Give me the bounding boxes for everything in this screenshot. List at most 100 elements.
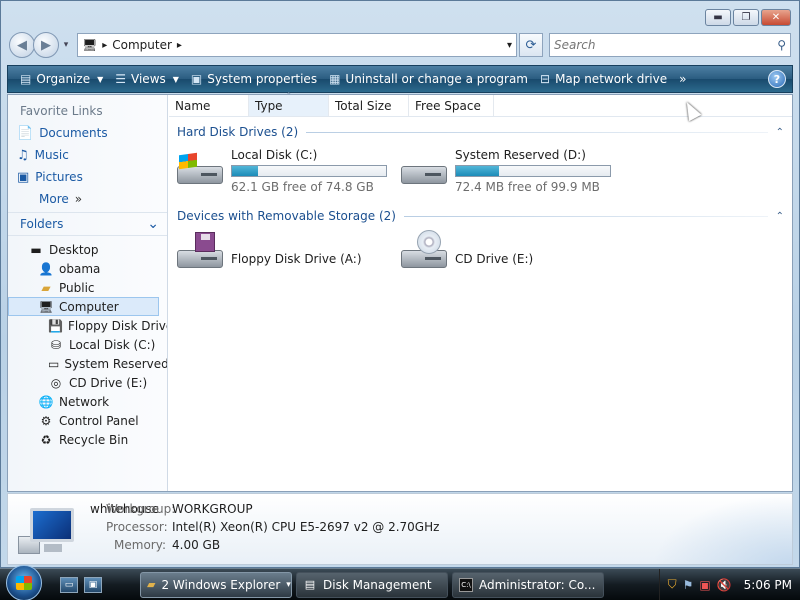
task-label: 2 Windows Explorer [161,577,281,592]
search-box[interactable]: ⚲ [549,33,791,57]
column-name[interactable]: Name [169,95,249,116]
memory-row: Memory: 4.00 GB [106,538,220,552]
tree-label: System Reserved ( [64,356,167,371]
tree-item-network[interactable]: 🌐 Network [8,392,167,411]
drive-cd-e[interactable]: CD Drive (E:) [399,229,623,285]
task-administrator-console[interactable]: C:\ Administrator: Co... [452,571,604,598]
cd-drive-icon [399,230,449,272]
switch-windows-icon[interactable]: ▣ [84,576,102,593]
floppy-drive-icon [175,232,225,272]
help-button[interactable]: ? [768,70,786,88]
tree-item-local-disk[interactable]: ⛁ Local Disk (C:) [8,335,167,354]
file-list: Name ⌃ Type Total Size Free Space Hard Di… [169,92,792,491]
map-network-drive-button[interactable]: ⊟ Map network drive [534,67,673,91]
tree-label: Public [59,280,95,295]
group-hard-disk-drives[interactable]: Hard Disk Drives (2) ⌃ [169,123,792,141]
forward-button[interactable]: ▶ [33,32,59,58]
tree-item-public[interactable]: ▰ Public [8,278,167,297]
workgroup-label: Workgroup: [106,502,176,516]
group-divider [403,215,768,217]
group-title: Hard Disk Drives (2) [177,125,299,139]
tree-item-system-reserved[interactable]: ▭ System Reserved ( [8,354,167,373]
refresh-button[interactable]: ⟳ [519,33,543,57]
show-desktop-icon[interactable]: ▭ [60,576,78,593]
volume-muted-icon[interactable]: 🔇 [717,578,732,592]
breadcrumb-computer[interactable]: Computer [112,38,172,52]
windows-flag-icon[interactable]: ⚑ [683,578,694,592]
address-bar[interactable]: 🖥 ▸ Computer ▸ ▾ [77,33,517,57]
tree-item-obama[interactable]: 👤 obama [8,259,167,278]
content-area: Favorite Links 📄 Documents ♫ Music ▣ Pictur… [7,92,793,492]
drive-name: Local Disk (C:) [231,148,318,162]
favorite-label: Pictures [35,170,83,184]
network-disconnected-icon[interactable]: ▣ [699,578,710,592]
drive-floppy-a[interactable]: Floppy Disk Drive (A:) [175,229,399,285]
group-removable-storage[interactable]: Devices with Removable Storage (2) ⌃ [169,207,792,225]
column-type[interactable]: ⌃ Type [249,92,329,116]
more-links-button[interactable]: More » [8,188,167,210]
drive-name: CD Drive (E:) [455,251,534,266]
collapse-chevron-icon[interactable]: ⌃ [776,127,784,138]
processor-row: Processor: Intel(R) Xeon(R) CPU E5-2697 v… [106,520,439,534]
favorite-music[interactable]: ♫ Music [8,144,167,166]
recent-pages-dropdown[interactable]: ▾ [59,40,73,50]
local-disk-icon: ⛁ [50,337,62,352]
address-dropdown-icon[interactable]: ▾ [507,40,512,51]
minimize-button[interactable]: ▬ [705,9,731,26]
search-icon[interactable]: ⚲ [777,38,786,52]
tree-label: obama [59,261,101,276]
usage-bar [231,165,387,177]
processor-value: Intel(R) Xeon(R) CPU E5-2697 v2 @ 2.70GH… [172,520,440,534]
drive-free-space: 72.4 MB free of 99.9 MB [455,180,600,194]
more-commands-button[interactable]: » [673,67,692,91]
tree-label: Control Panel [59,413,139,428]
start-button[interactable] [6,564,42,600]
chevron-down-icon: ▾ [286,579,291,590]
back-arrow-icon: ◀ [17,37,27,53]
folders-header[interactable]: Folders ⌄ [8,212,167,236]
tree-item-desktop[interactable]: ▬ Desktop [8,240,167,259]
collapse-chevron-icon[interactable]: ⌃ [776,211,784,222]
group-divider [306,131,768,133]
tree-item-control-panel[interactable]: ⚙ Control Panel [8,411,167,430]
maximize-button[interactable]: ❐ [733,9,759,26]
drive-name: System Reserved (D:) [455,148,586,162]
breadcrumb-separator-icon[interactable]: ▸ [177,40,182,51]
favorite-pictures[interactable]: ▣ Pictures [8,166,167,188]
uninstall-icon: ▦ [329,72,341,86]
folder-icon: ▰ [41,280,51,295]
breadcrumb-separator-icon[interactable]: ▸ [102,40,107,51]
tree-item-cd-drive[interactable]: ◎ CD Drive (E:) [8,373,167,392]
favorite-links-header: Favorite Links [20,104,103,118]
network-icon: 🌐 [38,394,54,409]
drive-system-reserved-d[interactable]: System Reserved (D:) 72.4 MB free of 99.… [399,145,623,201]
memory-value: 4.00 GB [172,538,221,552]
task-windows-explorer[interactable]: ▰ 2 Windows Explorer ▾ [140,571,292,598]
organize-button[interactable]: ▤ Organize ▼ [14,67,109,91]
security-shield-icon[interactable]: ⛉ [668,577,677,592]
organize-icon: ▤ [20,72,32,86]
uninstall-program-button[interactable]: ▦ Uninstall or change a program [323,67,534,91]
task-disk-management[interactable]: ▤ Disk Management [296,571,448,598]
search-input[interactable] [554,38,778,52]
close-button[interactable]: ✕ [761,9,791,26]
column-free-space[interactable]: Free Space [409,95,494,116]
tree-item-recycle-bin[interactable]: ♻ Recycle Bin [8,430,167,449]
removable-drives-row: Floppy Disk Drive (A:) CD Drive (E:) [169,225,792,285]
drive-local-disk-c[interactable]: Local Disk (C:) 62.1 GB free of 74.8 GB [175,145,399,201]
tree-item-computer[interactable]: 🖥 Computer [8,297,159,316]
workgroup-row: Workgroup: WORKGROUP [106,502,253,516]
views-label: Views [131,72,166,86]
more-chevron-icon: » [679,72,687,86]
tree-label: Computer [59,299,119,314]
tree-item-floppy[interactable]: 💾 Floppy Disk Drive [8,316,167,335]
system-properties-button[interactable]: ▣ System properties [185,67,323,91]
views-button[interactable]: ☰ Views ▼ [109,67,185,91]
computer-large-icon [18,506,78,558]
favorite-label: Music [34,148,69,162]
column-total-size[interactable]: Total Size [329,95,409,116]
console-icon: C:\ [459,577,473,592]
back-button[interactable]: ◀ [9,32,35,58]
clock[interactable]: 5:06 PM [744,578,792,592]
favorite-documents[interactable]: 📄 Documents [8,122,167,144]
